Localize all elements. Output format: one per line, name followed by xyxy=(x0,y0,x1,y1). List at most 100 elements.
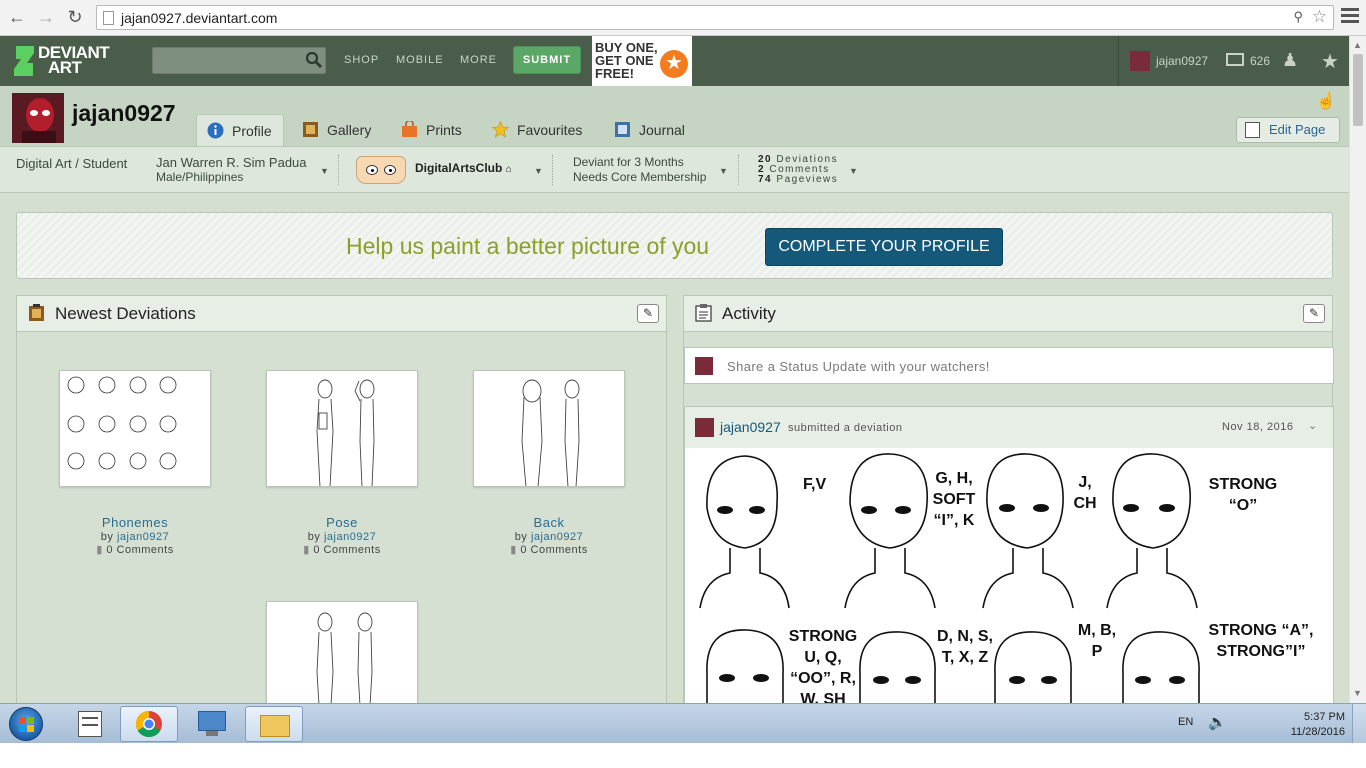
tab-profile-label: Profile xyxy=(232,123,272,139)
deviation-byline: by jajan0927 xyxy=(59,531,211,543)
deviantart-logo-icon xyxy=(14,46,34,76)
activity-panel: Activity ✎ Share a Status Update with yo… xyxy=(683,295,1334,703)
site-header: DEVIANT ART SHOP MOBILE MORE SUBMIT BUY … xyxy=(0,36,1349,86)
tab-favourites[interactable]: Favourites xyxy=(492,114,582,146)
clock-time: 5:37 PM xyxy=(1304,711,1345,723)
identity-dropdown-caret-icon[interactable]: ▼ xyxy=(320,166,329,176)
tab-prints[interactable]: Prints xyxy=(401,114,462,146)
scroll-down-arrow-icon[interactable]: ▼ xyxy=(1353,688,1362,698)
club-avatar[interactable] xyxy=(356,156,406,184)
page-scrollbar[interactable]: ▲ ▼ xyxy=(1349,36,1366,703)
club-dropdown-caret-icon[interactable]: ▼ xyxy=(534,166,543,176)
address-bar[interactable]: jajan0927.deviantart.com ⚲ ☆ xyxy=(96,5,1334,30)
edit-pencil-icon[interactable]: ✎ xyxy=(637,304,659,323)
activity-feed-item: jajan0927 submitted a deviation Nov 18, … xyxy=(684,406,1334,703)
back-arrow-icon[interactable]: ← xyxy=(6,6,28,28)
chevron-down-icon[interactable]: ⌄ xyxy=(1308,419,1317,432)
profile-info-strip: Digital Art / Student Jan Warren R. Sim … xyxy=(0,146,1349,193)
info-divider xyxy=(738,155,739,185)
tab-journal[interactable]: Journal xyxy=(614,114,685,146)
language-indicator[interactable]: EN xyxy=(1178,716,1193,728)
edit-page-button[interactable]: Edit Page xyxy=(1236,117,1340,143)
deviation-thumbnail[interactable] xyxy=(266,601,418,703)
page-title: jajan0927 xyxy=(72,100,176,126)
deviation-title[interactable]: Back xyxy=(473,515,625,530)
tab-profile[interactable]: Profile xyxy=(196,114,284,146)
submit-button[interactable]: SUBMIT xyxy=(513,46,581,74)
volume-icon[interactable]: 🔈 xyxy=(1208,713,1227,731)
membership-info[interactable]: Deviant for 3 Months Needs Core Membersh… xyxy=(573,155,706,185)
taskbar-chrome-button[interactable] xyxy=(120,706,178,742)
promo-banner[interactable]: BUY ONE, GET ONE FREE! ★ xyxy=(592,36,692,86)
page-viewport: DEVIANT ART SHOP MOBILE MORE SUBMIT BUY … xyxy=(0,36,1349,703)
deviation-preview-image[interactable]: F,V G, H, SOFT “I”, K J, CH STRONG “O” S… xyxy=(685,448,1333,703)
club-name[interactable]: DigitalArtsClub ⌂ xyxy=(415,161,512,175)
menu-icon[interactable] xyxy=(1341,8,1359,26)
membership-dropdown-caret-icon[interactable]: ▼ xyxy=(719,166,728,176)
pose-thumbnail-image xyxy=(316,379,375,486)
by-label: by xyxy=(307,531,321,543)
info-divider xyxy=(552,155,553,185)
edit-pencil-icon[interactable]: ✎ xyxy=(1303,304,1325,323)
comment-icon: ▮ xyxy=(303,544,310,556)
back-thumbnail-image xyxy=(521,379,580,486)
deviation-thumbnail-back[interactable] xyxy=(473,370,625,487)
club-name-text: DigitalArtsClub xyxy=(415,161,503,175)
show-desktop-button[interactable] xyxy=(1352,704,1366,744)
stats-dropdown-caret-icon[interactable]: ▼ xyxy=(849,166,858,176)
deviation-comments[interactable]: ▮ 0 Comments xyxy=(266,543,418,556)
clipboard-icon xyxy=(695,304,712,322)
forward-arrow-icon[interactable]: → xyxy=(35,6,57,28)
search-icon[interactable] xyxy=(305,51,323,69)
deviantart-logo[interactable]: DEVIANT ART xyxy=(12,44,132,78)
author-link[interactable]: jajan0927 xyxy=(531,531,583,543)
reload-icon[interactable]: ↻ xyxy=(64,6,86,28)
avatar[interactable] xyxy=(12,93,64,143)
deviation-comments[interactable]: ▮ 0 Comments xyxy=(473,543,625,556)
scrollbar-thumb[interactable] xyxy=(1353,54,1363,126)
stat-pageviews-label: Pageviews xyxy=(776,174,839,185)
nav-mobile[interactable]: MOBILE xyxy=(396,54,444,66)
home-icon: ⌂ xyxy=(505,164,512,175)
feed-username[interactable]: jajan0927 xyxy=(720,419,781,435)
header-username[interactable]: jajan0927 xyxy=(1156,54,1208,68)
status-update-input[interactable]: Share a Status Update with your watchers… xyxy=(684,347,1334,384)
author-link[interactable]: jajan0927 xyxy=(117,531,169,543)
bookmark-star-icon[interactable]: ☆ xyxy=(1312,7,1327,27)
author-link[interactable]: jajan0927 xyxy=(324,531,376,543)
system-clock[interactable]: 5:37 PM 11/28/2016 xyxy=(1270,710,1345,740)
deviation-comments[interactable]: ▮ 0 Comments xyxy=(59,543,211,556)
tab-gallery[interactable]: Gallery xyxy=(302,114,371,146)
comment-icon: ▮ xyxy=(96,544,103,556)
notepad-icon[interactable] xyxy=(78,711,102,737)
phoneme-label: D, N, S, T, X, Z xyxy=(936,628,993,666)
deviation-title[interactable]: Phonemes xyxy=(59,515,211,530)
nav-more[interactable]: MORE xyxy=(460,54,497,66)
edit-page-icon xyxy=(1245,122,1260,138)
feed-action: submitted a deviation xyxy=(788,422,903,434)
search-input[interactable] xyxy=(152,47,326,74)
start-button[interactable] xyxy=(9,707,43,741)
favourites-star-icon[interactable]: ★ xyxy=(1321,49,1339,74)
deviation-title[interactable]: Pose xyxy=(266,515,418,530)
url-text[interactable]: jajan0927.deviantart.com xyxy=(121,10,277,26)
hand-pointer-icon[interactable]: ☝ xyxy=(1316,91,1336,111)
deviation-thumbnail-phonemes[interactable] xyxy=(59,370,211,487)
profile-identity[interactable]: Jan Warren R. Sim Padua Male/Philippines xyxy=(156,155,307,185)
avatar[interactable] xyxy=(695,418,714,437)
taskbar-explorer-button[interactable] xyxy=(245,706,303,742)
panel-title: Activity xyxy=(722,304,776,323)
comment-icon: ▮ xyxy=(510,544,517,556)
complete-profile-button[interactable]: COMPLETE YOUR PROFILE xyxy=(765,228,1003,266)
scroll-up-arrow-icon[interactable]: ▲ xyxy=(1353,40,1362,50)
key-icon[interactable]: ⚲ xyxy=(1293,9,1303,25)
network-app-icon[interactable] xyxy=(196,711,228,737)
message-count[interactable]: 626 xyxy=(1250,54,1270,68)
deviation-thumbnail-pose[interactable] xyxy=(266,370,418,487)
watchers-icon[interactable]: ♟ xyxy=(1282,50,1298,71)
windows-taskbar: EN 🔈 5:37 PM 11/28/2016 xyxy=(0,703,1366,744)
user-avatar-small[interactable] xyxy=(1130,51,1150,71)
comment-count: 0 Comments xyxy=(520,544,588,556)
nav-shop[interactable]: SHOP xyxy=(344,54,379,66)
mail-icon[interactable] xyxy=(1226,53,1244,66)
